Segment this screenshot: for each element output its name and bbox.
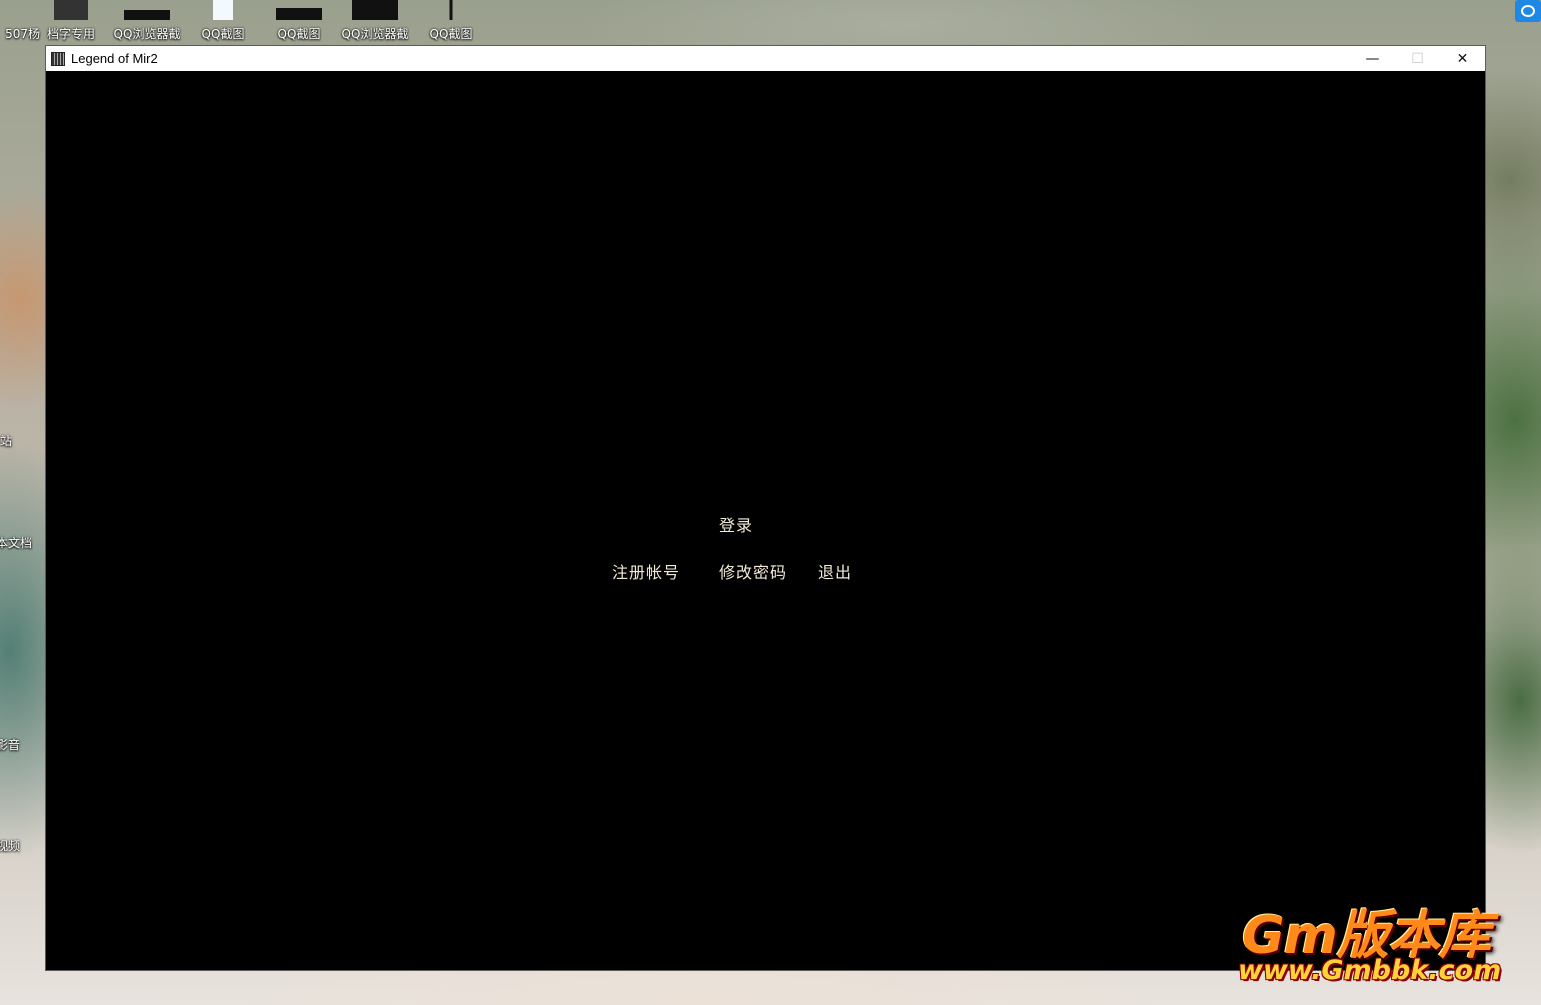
desktop-icon-label[interactable]: 视频 xyxy=(0,837,20,854)
desktop-icon[interactable]: QQ浏览器截 xyxy=(337,0,413,44)
file-thumbnail-icon xyxy=(352,0,398,20)
file-thumbnail-icon xyxy=(276,8,322,20)
window-titlebar[interactable]: Legend of Mir2 — ☐ ✕ xyxy=(46,46,1485,71)
desktop-icon[interactable]: QQ截图 xyxy=(413,0,489,44)
cloud-sync-icon[interactable] xyxy=(1515,0,1541,22)
game-canvas[interactable]: 登录 注册帐号 修改密码 退出 xyxy=(46,71,1485,970)
watermark: Gm版本库 www.Gmbbk.com xyxy=(1238,893,1538,993)
desktop-icon-label[interactable]: 本文档 xyxy=(0,534,32,551)
desktop-icon-label: QQ截图 xyxy=(277,27,321,41)
file-thumbnail-icon xyxy=(213,0,233,20)
change-password-button[interactable]: 修改密码 xyxy=(719,559,787,583)
register-account-button[interactable]: 注册帐号 xyxy=(612,559,680,583)
desktop-icon-label: QQ截图 xyxy=(429,27,473,41)
file-thumbnail-icon xyxy=(449,0,453,20)
desktop-icon[interactable]: 档字专用 xyxy=(33,0,109,44)
desktop-icon-label: QQ浏览器截 xyxy=(341,27,409,41)
desktop-icon-label: QQ截图 xyxy=(201,27,245,41)
desktop-icon-label[interactable]: 影音 xyxy=(0,736,20,753)
desktop-icon[interactable]: QQ截图 xyxy=(185,0,261,44)
file-thumbnail-icon xyxy=(54,0,88,20)
watermark-url: www.Gmbbk.com xyxy=(1238,955,1502,986)
login-button[interactable]: 登录 xyxy=(719,512,753,536)
window-title: Legend of Mir2 xyxy=(71,51,158,66)
desktop-icon[interactable]: QQ浏览器截 xyxy=(109,0,185,44)
minimize-button[interactable]: — xyxy=(1350,46,1395,71)
close-button[interactable]: ✕ xyxy=(1440,46,1485,71)
app-icon xyxy=(51,51,65,66)
desktop-icon[interactable]: QQ截图 xyxy=(261,0,337,44)
exit-button[interactable]: 退出 xyxy=(818,559,852,583)
window-controls: — ☐ ✕ xyxy=(1350,46,1485,71)
desktop-icon-label: QQ浏览器截 xyxy=(113,27,181,41)
desktop-icon-label: 档字专用 xyxy=(46,27,95,41)
file-thumbnail-icon xyxy=(124,10,170,20)
game-window: Legend of Mir2 — ☐ ✕ 登录 注册帐号 修改密码 退出 xyxy=(45,45,1486,971)
desktop-icon-label[interactable]: 站 xyxy=(0,432,12,449)
maximize-button[interactable]: ☐ xyxy=(1395,46,1440,71)
